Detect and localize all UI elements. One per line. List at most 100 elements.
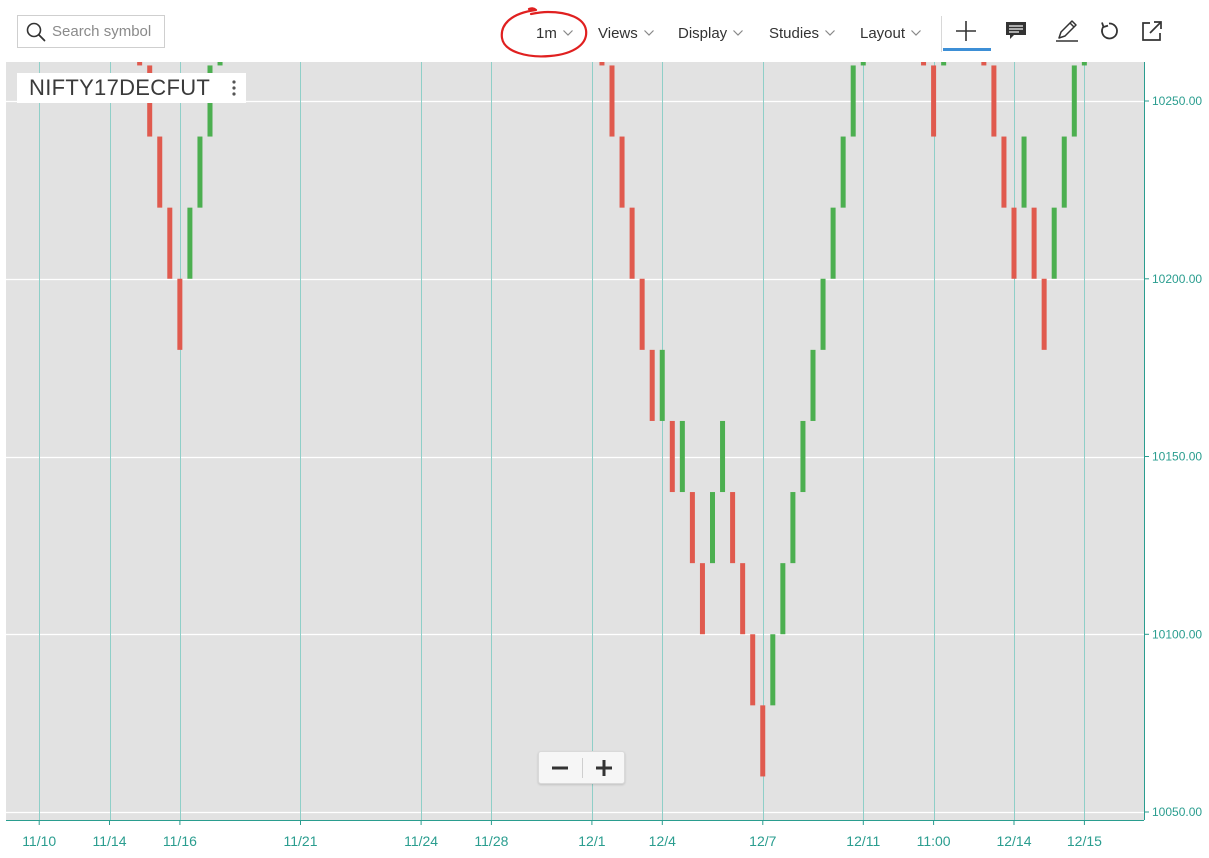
- share-button[interactable]: [1139, 18, 1165, 44]
- draw-button[interactable]: [1054, 18, 1080, 44]
- active-tool-indicator: [943, 48, 991, 51]
- pencil-icon: [1056, 20, 1078, 42]
- more-options-icon[interactable]: [232, 79, 236, 97]
- up-brick: [770, 634, 776, 706]
- down-brick: [157, 136, 163, 208]
- x-tick-label: 12/11: [846, 833, 880, 849]
- zoom-out-button[interactable]: [539, 752, 581, 783]
- down-brick: [699, 563, 705, 635]
- chevron-down-icon: [825, 30, 835, 36]
- display-menu[interactable]: Display: [678, 22, 744, 44]
- down-brick: [931, 65, 937, 137]
- y-tick-label: 10200.00: [1152, 272, 1202, 286]
- toolbar: 1m Views Display Studies Layout: [0, 0, 1209, 62]
- chevron-down-icon: [643, 30, 654, 36]
- x-tick-label: 12/14: [996, 833, 1031, 849]
- down-brick: [177, 278, 183, 350]
- x-tick-label: 12/4: [649, 833, 676, 849]
- up-brick: [860, 62, 866, 66]
- x-tick-label: 11:00: [917, 833, 951, 849]
- x-tick-label: 11/28: [474, 833, 508, 849]
- minus-icon: [552, 766, 568, 769]
- down-brick: [981, 62, 987, 66]
- search-input[interactable]: [52, 23, 160, 40]
- up-brick: [850, 65, 856, 137]
- up-brick: [1081, 62, 1087, 66]
- down-brick: [1031, 207, 1037, 279]
- studies-label: Studies: [769, 24, 820, 42]
- x-tick-label: 12/7: [749, 833, 776, 849]
- views-menu[interactable]: Views: [598, 22, 654, 44]
- down-brick: [740, 563, 746, 635]
- down-brick: [639, 278, 645, 350]
- up-brick: [197, 136, 203, 208]
- renko-chart[interactable]: 10050.00 10100.00 10150.00 10200.00 10250.00…: [0, 62, 1209, 858]
- refresh-button[interactable]: [1096, 18, 1122, 44]
- up-brick: [1061, 136, 1067, 208]
- down-brick: [609, 65, 615, 137]
- crosshair-icon: [956, 21, 976, 41]
- x-tick-label: 12/1: [578, 833, 605, 849]
- x-tick-label: 11/21: [284, 833, 318, 849]
- down-brick: [1001, 136, 1007, 208]
- up-brick: [679, 420, 685, 493]
- down-brick: [991, 65, 997, 137]
- down-brick: [730, 492, 736, 564]
- refresh-icon: [1101, 22, 1118, 40]
- x-tick-label: 11/14: [93, 833, 127, 849]
- comment-icon: [1006, 22, 1026, 39]
- down-brick: [669, 420, 675, 493]
- down-brick: [1041, 278, 1047, 350]
- up-brick: [830, 207, 836, 279]
- down-brick: [649, 349, 655, 421]
- symbol-label-box[interactable]: NIFTY17DECFUT: [17, 73, 246, 103]
- x-tick-label: 12/15: [1067, 833, 1102, 849]
- y-tick-label: 10250.00: [1152, 94, 1202, 108]
- down-brick: [921, 62, 927, 66]
- interval-label: 1m: [536, 24, 557, 42]
- up-brick: [820, 278, 826, 350]
- search-box[interactable]: [17, 15, 165, 48]
- down-brick: [619, 136, 625, 208]
- y-tick-label: 10050.00: [1152, 805, 1202, 819]
- up-brick: [790, 492, 796, 564]
- up-brick: [217, 62, 223, 66]
- up-brick: [1051, 207, 1057, 279]
- down-brick: [760, 705, 766, 777]
- zoom-control: [538, 751, 625, 784]
- chevron-down-icon: [733, 30, 744, 36]
- up-brick: [941, 62, 947, 66]
- crosshair-button[interactable]: [953, 18, 979, 44]
- comment-button[interactable]: [1003, 18, 1029, 44]
- down-brick: [750, 634, 756, 706]
- up-brick: [1021, 136, 1027, 208]
- plot-area: [6, 62, 1144, 820]
- down-brick: [599, 62, 605, 66]
- symbol-name: NIFTY17DECFUT: [29, 75, 211, 100]
- up-brick: [1071, 65, 1077, 137]
- down-brick: [689, 492, 695, 564]
- down-brick: [137, 62, 143, 66]
- x-tick-label: 11/16: [163, 833, 197, 849]
- zoom-in-button[interactable]: [583, 752, 625, 783]
- search-icon: [26, 22, 46, 41]
- display-label: Display: [678, 24, 728, 42]
- down-brick: [629, 207, 635, 279]
- y-tick-label: 10150.00: [1152, 450, 1202, 464]
- up-brick: [800, 420, 806, 493]
- toolbar-divider: [941, 16, 942, 52]
- studies-menu[interactable]: Studies: [769, 22, 835, 44]
- up-brick: [840, 136, 846, 208]
- plus-icon: [596, 759, 612, 776]
- up-brick: [187, 207, 193, 279]
- down-brick: [1011, 207, 1017, 279]
- layout-label: Layout: [860, 24, 906, 42]
- interval-dropdown[interactable]: 1m: [536, 22, 573, 44]
- down-brick: [167, 207, 173, 279]
- up-brick: [810, 349, 816, 421]
- x-tick-label: 11/24: [404, 833, 438, 849]
- share-icon: [1142, 21, 1162, 41]
- layout-menu[interactable]: Layout: [860, 22, 921, 44]
- y-tick-label: 10100.00: [1152, 627, 1202, 641]
- up-brick: [710, 492, 715, 564]
